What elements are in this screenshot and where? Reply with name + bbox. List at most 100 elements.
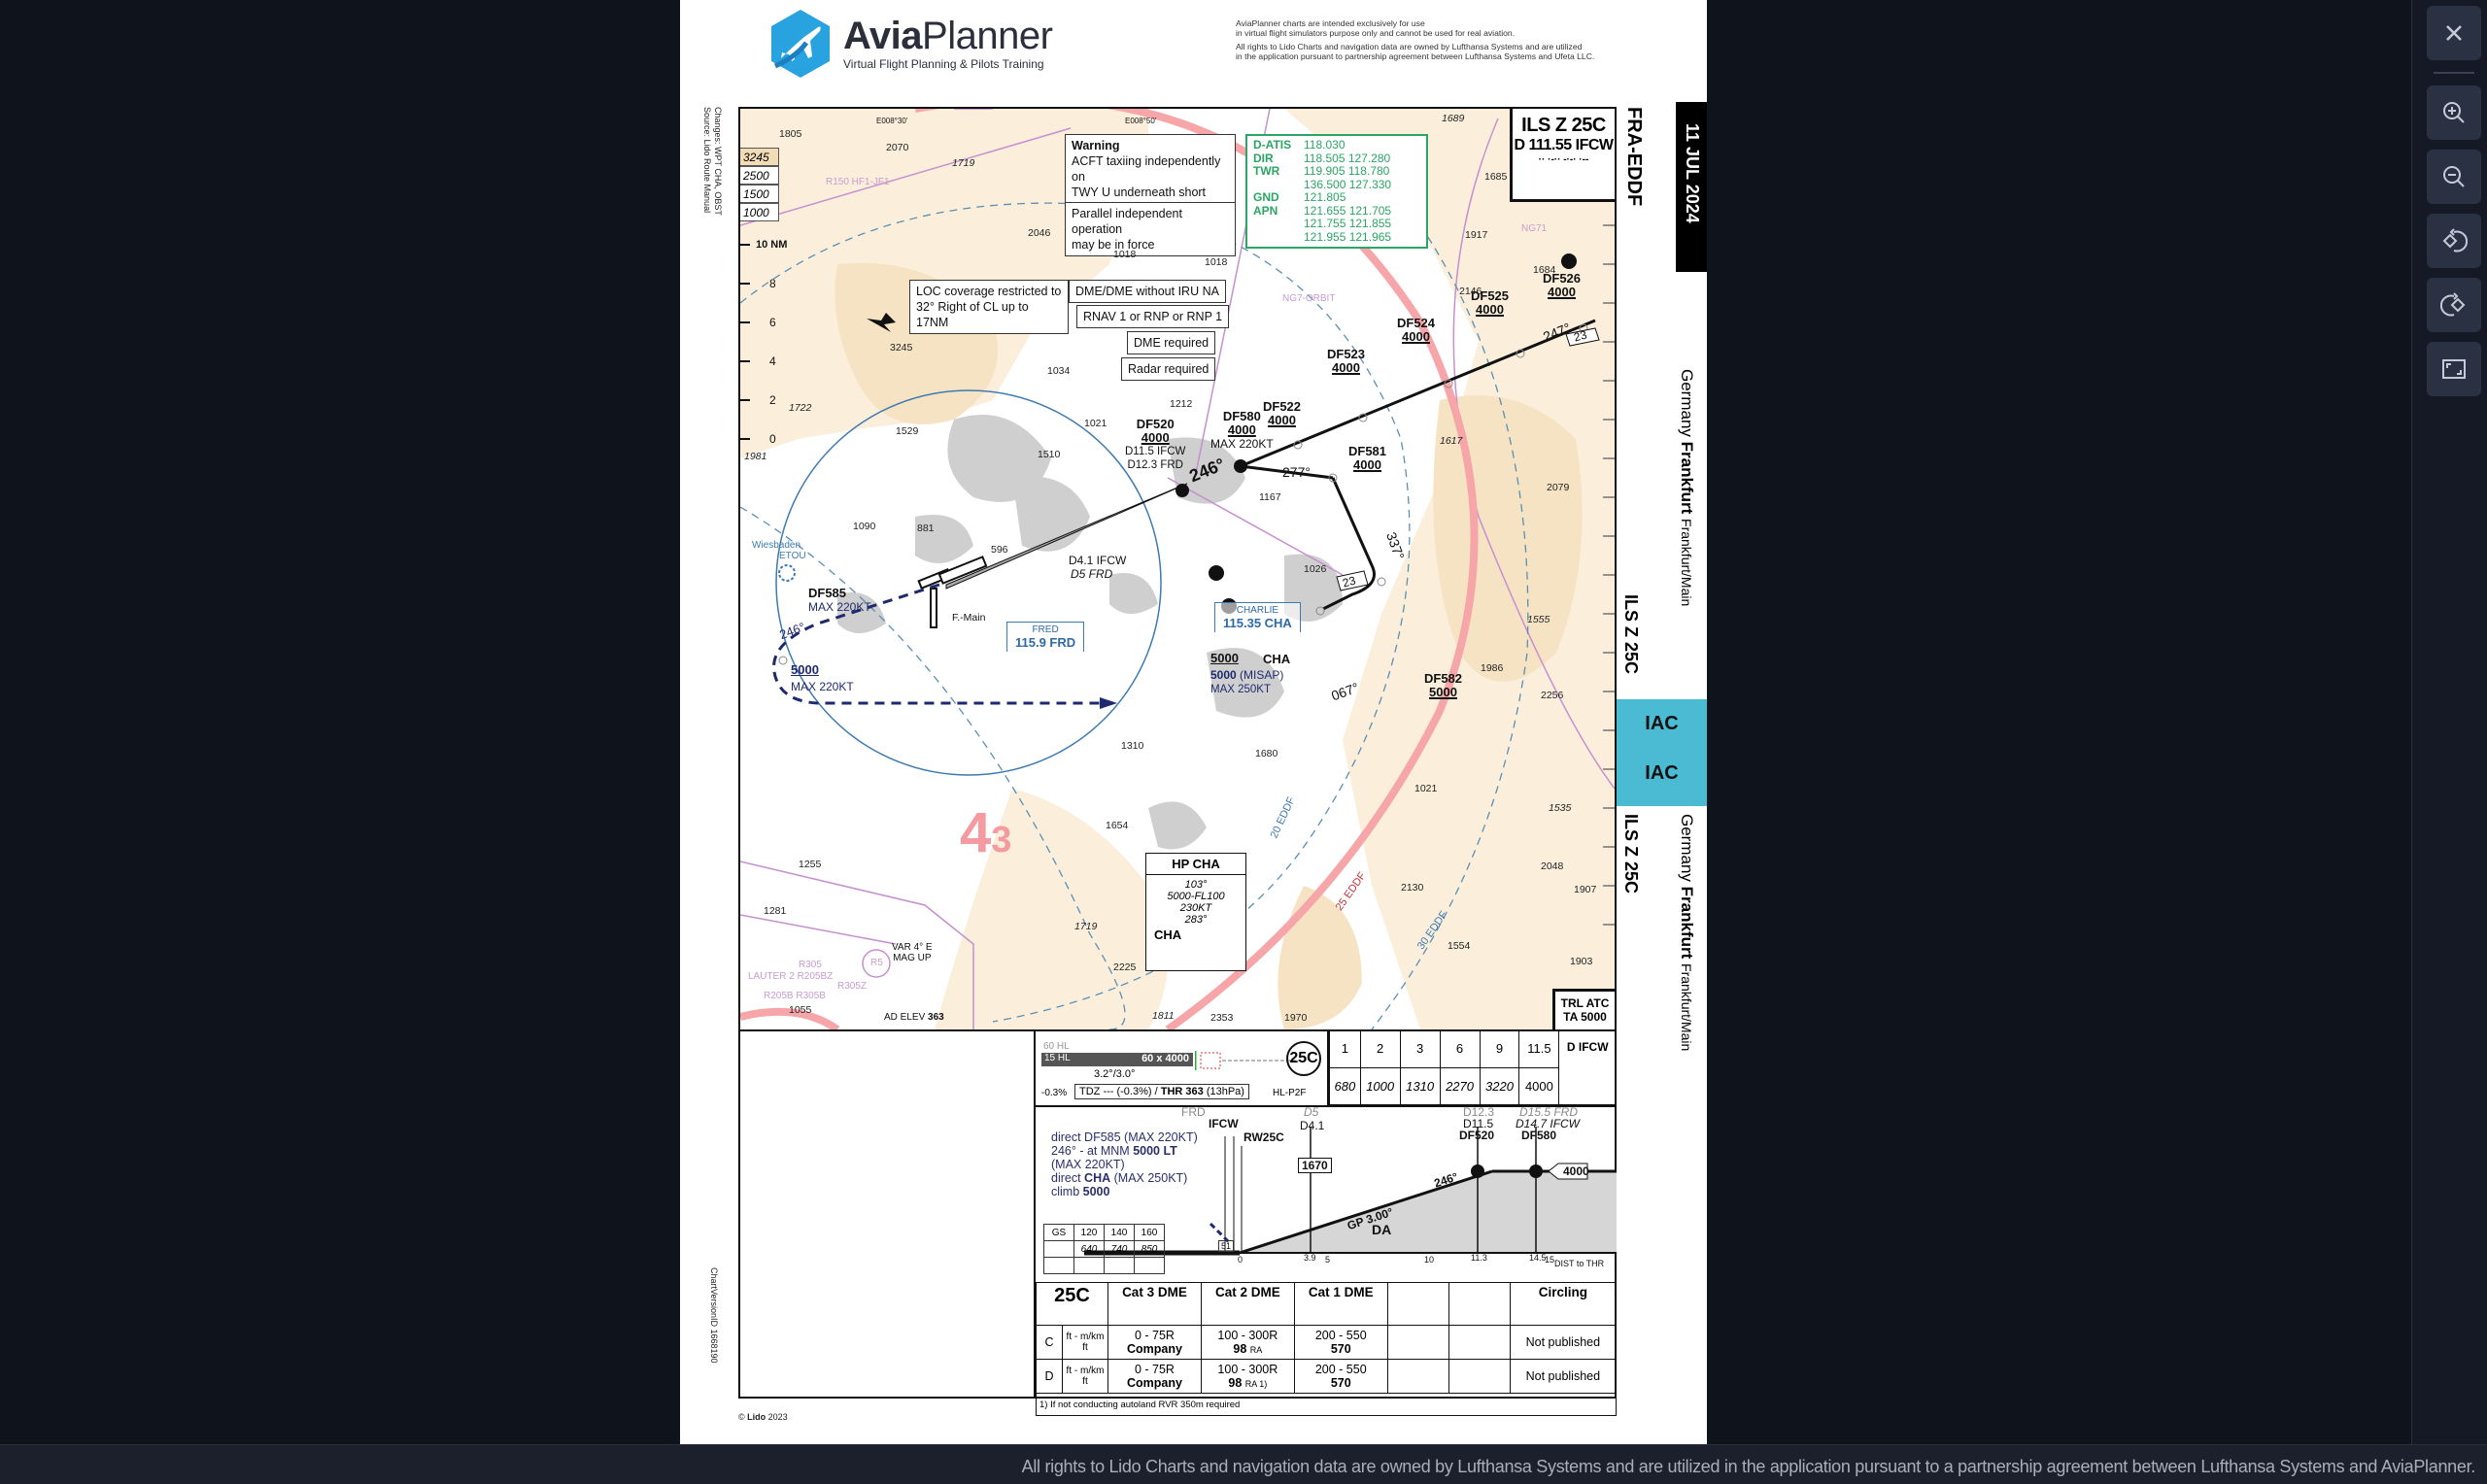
profile-df520: DF520 (1459, 1129, 1495, 1142)
fmain-label: F.-Main (952, 612, 986, 624)
elevation: 1970 (1284, 1012, 1308, 1024)
axis-tick: 14.5 (1529, 1253, 1547, 1263)
elevation: 2070 (886, 142, 909, 153)
elevation: 1986 (1481, 662, 1504, 674)
axis-tick: 5 (1325, 1255, 1331, 1265)
navaid-charlie[interactable]: CHARLIE 115.35 CHA (1214, 602, 1301, 632)
airplane-hexagon-icon (771, 10, 830, 78)
zoom-out-button[interactable] (2427, 150, 2481, 204)
cha-alt: 5000 (1210, 651, 1239, 665)
elevation: 2046 (1028, 227, 1051, 239)
freq-row: DIR 118.505 127.280 (1253, 151, 1391, 165)
elevation: 1535 (1549, 802, 1572, 814)
elevation: 596 (991, 544, 1008, 556)
scale-tick: 6 (769, 316, 776, 329)
zoom-in-icon (2443, 102, 2465, 123)
elevation: 881 (917, 523, 935, 534)
elevation: 1722 (789, 402, 812, 414)
zoom-in-button[interactable] (2427, 85, 2481, 140)
waypoint-df524[interactable]: DF524 4000 (1397, 317, 1435, 344)
profile-d41: D4.1 (1300, 1119, 1325, 1132)
elevation: 2256 (1541, 690, 1564, 701)
close-icon (2446, 25, 2462, 41)
dogleg-course-label: 277° (1282, 464, 1311, 480)
scale-tick: 4 (769, 354, 776, 368)
elevation: 2146 (1459, 286, 1482, 297)
ad-elevation: AD ELEV 363 (884, 1012, 944, 1023)
waypoint-df523[interactable]: DF523 4000 (1327, 348, 1365, 375)
fit-screen-button[interactable] (2427, 342, 2481, 396)
parallel-ops-note: Parallel independent operation may be in… (1065, 202, 1236, 256)
freq-row: GND 121.805 (1253, 190, 1346, 204)
profile-df580: DF580 (1521, 1129, 1557, 1142)
location-bottom: Germany Frankfurt Frankfurt/Main (1678, 814, 1696, 1052)
rotate-right-button[interactable] (2427, 278, 2481, 332)
elevation: 1310 (1121, 740, 1144, 752)
ng7-orbit-label: NG7-ORBIT (1282, 293, 1336, 304)
fit-screen-icon (2442, 359, 2466, 379)
freq-row: D-ATIS 118.030 (1253, 138, 1346, 152)
elevation: 1689 (1442, 113, 1465, 124)
rotate-left-button[interactable] (2427, 214, 2481, 268)
lauter-label: LAUTER 2 R205BZ (748, 971, 834, 982)
elevation: 1917 (1465, 229, 1488, 241)
elevation: 3245 (890, 342, 913, 354)
longitude-label: E008°30' (876, 117, 908, 125)
r305z-label: R305Z (837, 981, 868, 992)
chart-viewer: AviaPlanner Virtual Flight Planning & Pi… (0, 0, 2411, 1444)
runway-info-box: 60 HL 15 HL 60 x 4000 25C 3.2°/3.0° -0.3… (1036, 1029, 1329, 1107)
elevation: 1281 (764, 905, 787, 917)
axis-tick: 11.3 (1471, 1253, 1487, 1263)
missed-alt: 5000 (791, 662, 819, 677)
runway-badge: 25C (1286, 1041, 1321, 1076)
scale-tick: 2 (769, 393, 776, 407)
waypoint-df581[interactable]: DF581 4000 (1348, 445, 1386, 472)
scale-tick: 8 (769, 277, 776, 290)
fix-cha[interactable]: CHA (1263, 653, 1290, 666)
r5-label: R5 (870, 958, 883, 968)
brand-tagline: Virtual Flight Planning & Pilots Trainin… (843, 57, 1044, 71)
waypoint-df520[interactable]: DF520 4000 D11.5 IFCW D12.3 FRD (1125, 418, 1185, 472)
transition-level-box: TRL ATC TA 5000 (1552, 989, 1615, 1029)
cha-misap: 5000 (MISAP) (1210, 668, 1284, 682)
axis-tick: 0 (1238, 1255, 1244, 1265)
minimums-table: 25C Cat 3 DME Cat 2 DME Cat 1 DME Circling … (1036, 1282, 1618, 1416)
elevation: 1903 (1570, 956, 1593, 967)
elevation: 2130 (1401, 882, 1424, 894)
ng71-label: NG71 (1521, 223, 1548, 234)
lido-copyright: © Lido 2023 (738, 1412, 788, 1422)
close-button[interactable] (2427, 6, 2481, 60)
profile-ifcw: IFCW (1209, 1117, 1239, 1130)
viewer-toolbar (2411, 0, 2487, 1444)
elevation: 1167 (1259, 491, 1281, 503)
elevation: 1684 (1533, 264, 1556, 276)
aviaplanner-logo: AviaPlanner Virtual Flight Planning & Pi… (767, 8, 1053, 80)
effective-date-tab: 11 JUL 2024 (1676, 102, 1707, 272)
profile-rw25c: RW25C (1244, 1130, 1284, 1144)
loc-coverage-note: LOC coverage restricted to 32° Right of … (909, 280, 1069, 334)
distance-altitude-table: 1 2 3 6 9 11.5 D IFCW 680 1000 1310 2270 3220 4000 (1329, 1029, 1617, 1107)
elevation: 2079 (1547, 482, 1570, 493)
profile-alt-4000: 4000 (1563, 1164, 1589, 1178)
elevation: 1055 (789, 1004, 812, 1016)
elevation: 1034 (1047, 365, 1071, 377)
freq-row: TWR 119.905 118.780 136.500 127.330 (1253, 164, 1392, 191)
elevation: 1026 (1304, 563, 1327, 575)
axis-tick: 3.9 (1304, 1253, 1316, 1263)
elevation: 1680 (1255, 748, 1278, 759)
elevation: 1617 (1440, 435, 1463, 447)
procedure-title-box: ILS Z 25C D 111.55 IFCW ·· ·-·· -·-· ·-- (1510, 109, 1615, 202)
holding-pattern-box: HP CHA 103° 5000-FL100 230KT 283° CHA (1145, 853, 1246, 971)
navaid-fred[interactable]: FRED 115.9 FRD (1006, 622, 1085, 652)
chart-page[interactable]: AviaPlanner Virtual Flight Planning & Pi… (680, 0, 1707, 1444)
elevation: 1510 (1038, 449, 1061, 460)
procedure-name-top: ILS Z 25C (1621, 594, 1641, 675)
waypoint-df526[interactable]: DF526 4000 (1543, 272, 1581, 299)
profile-da: DA (1372, 1222, 1392, 1237)
waypoint-df580[interactable]: DF580 4000 MAX 220KT (1210, 410, 1274, 452)
scale-tick: 0 (769, 432, 776, 446)
altitude-legend: 3245 2500 1500 1000 (740, 148, 779, 221)
waypoint-df582[interactable]: DF582 5000 (1424, 672, 1462, 699)
waypoint-df585[interactable]: DF585 MAX 220KT (808, 587, 871, 615)
elevation: 1021 (1084, 418, 1107, 429)
